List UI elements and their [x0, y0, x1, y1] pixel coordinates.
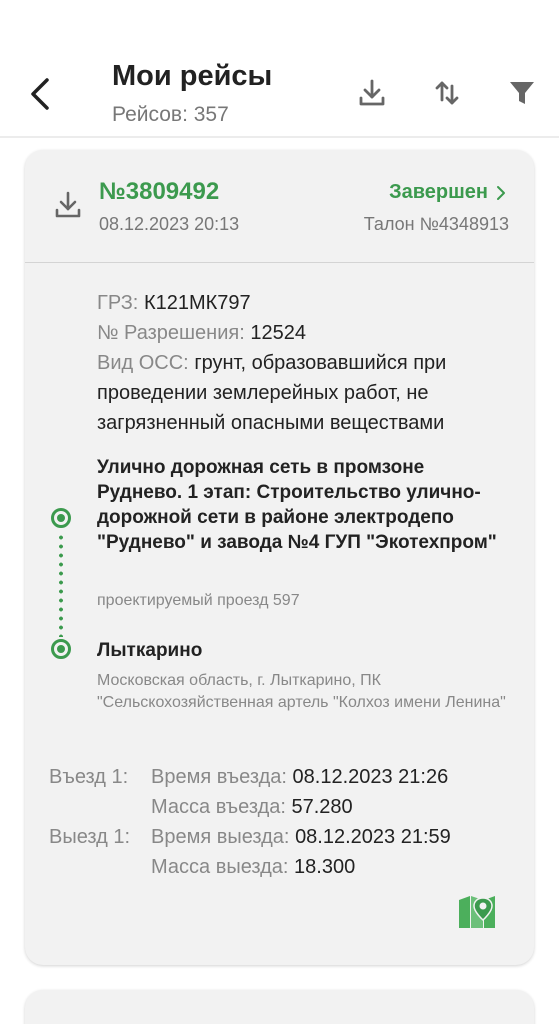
- filter-icon: [510, 82, 534, 104]
- exit-mass-value: 18.300: [294, 856, 356, 878]
- download-button[interactable]: [355, 76, 389, 110]
- entry-mass-label: Масса въезда:: [151, 796, 286, 818]
- exit-mass-row: Масса выезда: 18.300: [151, 853, 355, 881]
- back-arrow-icon: [31, 78, 49, 110]
- grz-row: ГРЗ: К121МК797: [97, 288, 251, 318]
- exit-mass-label: Масса выезда:: [151, 856, 289, 878]
- filter-button[interactable]: [505, 76, 539, 110]
- map-button[interactable]: [457, 892, 497, 932]
- entry-time-label: Время въезда:: [151, 766, 287, 788]
- route-line: [59, 533, 63, 637]
- permit-label: № Разрешения:: [97, 322, 245, 344]
- trip-download-button[interactable]: [53, 190, 85, 222]
- permit-value: 12524: [250, 322, 306, 344]
- map-icon: [459, 896, 495, 928]
- grz-label: ГРЗ:: [97, 292, 139, 314]
- ticket-number: Талон №4348913: [363, 214, 509, 234]
- destination-address: Московская область, г. Лыткарино, ПК "Се…: [97, 672, 506, 711]
- destination-dot-icon: [51, 639, 71, 659]
- grz-value: К121МК797: [143, 292, 251, 314]
- exit-time-value: 08.12.2023 21:59: [295, 826, 451, 848]
- divider: [25, 262, 534, 263]
- sort-icon: [435, 81, 459, 105]
- entry-mass-value: 57.280: [291, 796, 353, 818]
- origin-address: проектируемый проезд 597: [97, 592, 300, 609]
- status-label: Завершен: [389, 181, 488, 203]
- trip-number: №3809492: [99, 178, 220, 205]
- destination-title: Лыткарино: [97, 640, 203, 661]
- exit-label: Выезд 1:: [49, 826, 131, 848]
- permit-row: № Разрешения: 12524: [97, 318, 306, 348]
- origin-title: Улично дорожная сеть в промзоне Руднево.…: [97, 457, 497, 553]
- entry-time-row: Время въезда: 08.12.2023 21:26: [151, 763, 448, 791]
- download-icon: [55, 191, 81, 218]
- chevron-right-icon: [497, 185, 505, 200]
- entry-time-value: 08.12.2023 21:26: [292, 766, 449, 788]
- trip-count: Рейсов: 357: [112, 103, 229, 126]
- status-link[interactable]: Завершен: [389, 181, 506, 204]
- exit-time-row: Время выезда: 08.12.2023 21:59: [151, 823, 451, 851]
- entry-label: Въезд 1:: [49, 766, 129, 788]
- back-button[interactable]: [22, 72, 58, 116]
- download-icon: [359, 79, 385, 106]
- app-header: Мои рейсы Рейсов: 357: [0, 0, 559, 138]
- exit-time-label: Время выезда:: [151, 826, 290, 848]
- sort-button[interactable]: [430, 76, 464, 110]
- entry-mass-row: Масса въезда: 57.280: [151, 793, 353, 821]
- trip-card-next[interactable]: [25, 990, 534, 1024]
- oss-row: Вид ОСС: грунт, образовавшийся при прове…: [97, 348, 507, 438]
- oss-label: Вид ОСС:: [97, 352, 189, 374]
- origin-dot-icon: [51, 508, 71, 528]
- page-title: Мои рейсы: [112, 60, 273, 92]
- trip-card[interactable]: №3809492 08.12.2023 20:13 Завершен Талон…: [25, 150, 534, 965]
- trip-datetime: 08.12.2023 20:13: [99, 214, 240, 234]
